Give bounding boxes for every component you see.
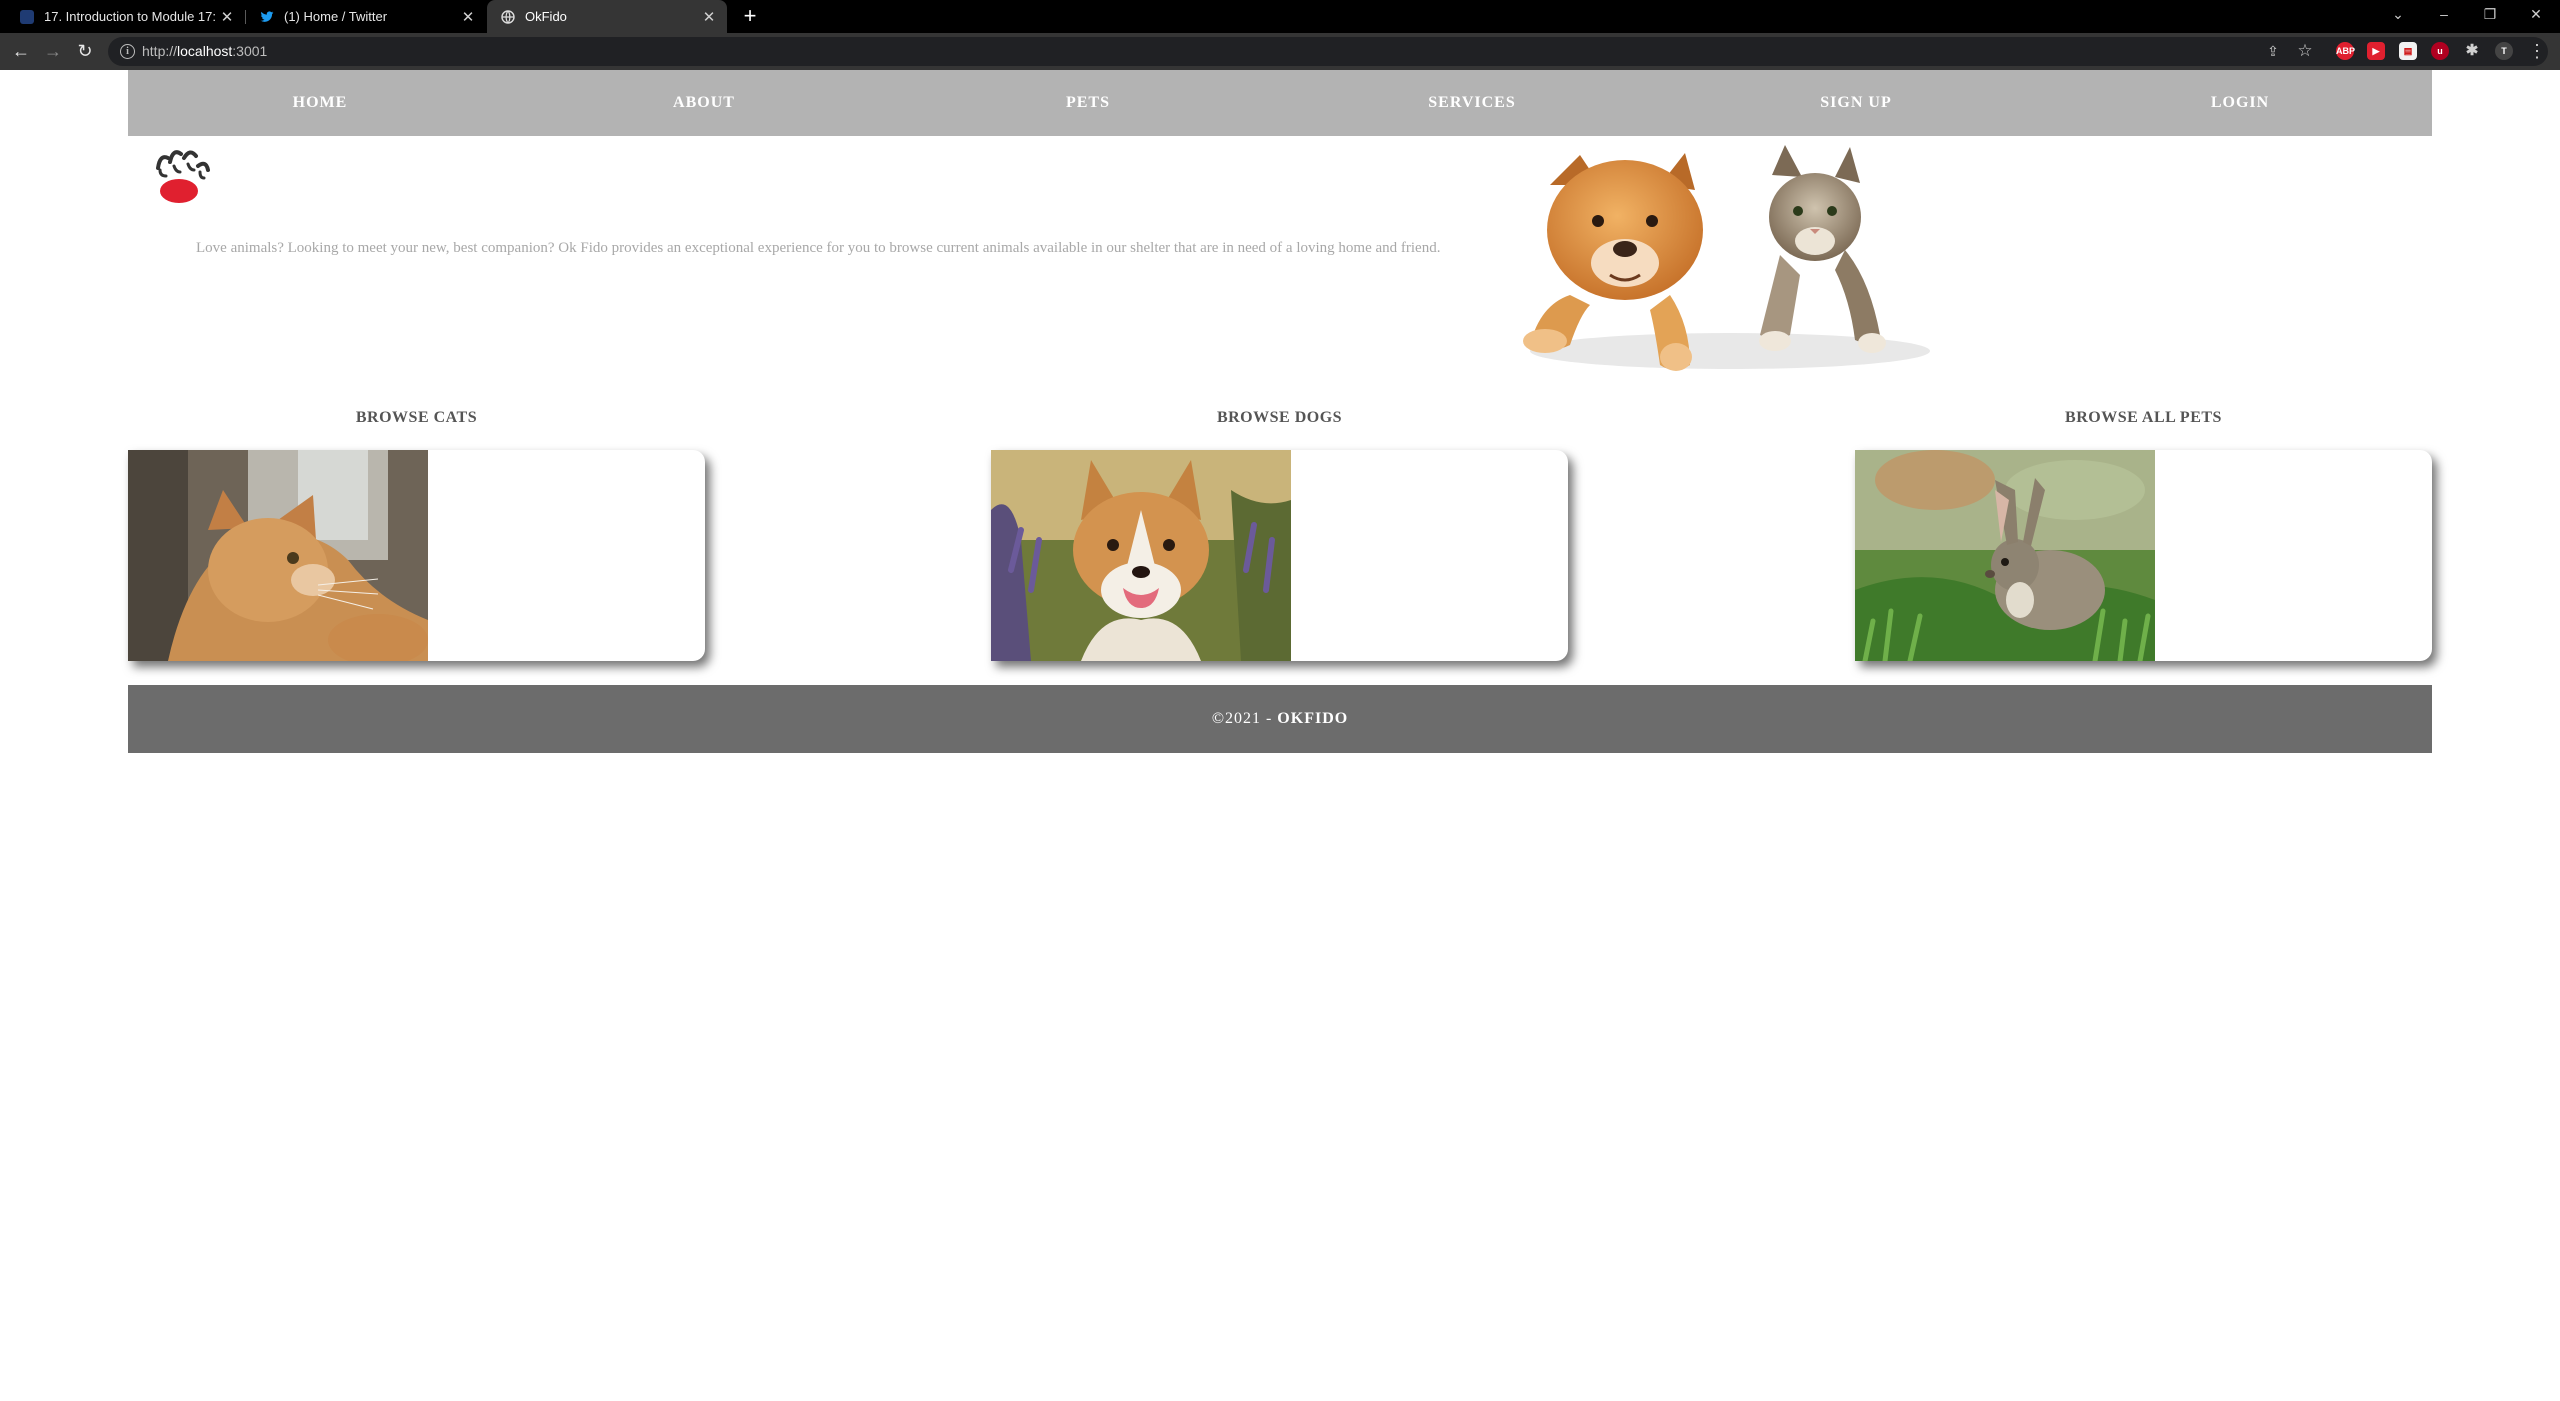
reload-icon[interactable]: ↻ [74, 40, 96, 62]
adblock-extension-icon[interactable]: ABP [2336, 42, 2355, 60]
tab-search-chevron-icon[interactable]: ⌄ [2376, 0, 2420, 30]
hero-description: Love animals? Looking to meet your new, … [196, 240, 1441, 256]
pdf-extension-icon[interactable]: ▤ [2399, 42, 2417, 60]
cat-photo [128, 450, 428, 661]
address-bar[interactable]: i http://localhost:3001 [108, 37, 2548, 66]
minimize-window-button[interactable]: – [2422, 0, 2466, 30]
browse-dogs-title[interactable]: BROWSE DOGS [991, 405, 1568, 435]
browser-toolbar: ← → ↻ i http://localhost:3001 ⇪ ☆ ABP ▶ … [0, 33, 2560, 70]
globe-icon [501, 9, 515, 24]
browse-dogs-card[interactable] [991, 450, 1568, 661]
nav-services[interactable]: SERVICES [1280, 70, 1664, 136]
address-url[interactable]: http://localhost:3001 [142, 43, 267, 59]
browse-all-pets-title[interactable]: BROWSE ALL PETS [1855, 405, 2432, 435]
browser-tab-okfido[interactable]: OkFido ✕ [487, 0, 727, 33]
browse-cats-card[interactable] [128, 450, 705, 661]
twitter-bird-icon [260, 10, 274, 24]
footer-copyright: ©2021 - [1211, 710, 1278, 727]
browse-cats-title[interactable]: BROWSE CATS [128, 405, 705, 435]
footer-brand: OKFIDO [1277, 710, 1349, 727]
browse-all-pets-section: BROWSE ALL PETS [1855, 405, 2432, 661]
bookmark-star-icon[interactable]: ☆ [2294, 40, 2316, 62]
nav-sign-up[interactable]: SIGN UP [1664, 70, 2048, 136]
browse-all-pets-card[interactable] [1855, 450, 2432, 661]
back-arrow-icon[interactable]: ← [10, 40, 32, 62]
restore-window-button[interactable]: ❐ [2468, 0, 2512, 30]
browse-dogs-section: BROWSE DOGS [991, 405, 1568, 661]
browse-cards: BROWSE CATS BROWSE DOGS BROWSE ALL PETS [128, 405, 2432, 665]
close-tab-icon[interactable]: ✕ [217, 8, 237, 26]
browser-menu-icon[interactable]: ⋮ [2526, 40, 2548, 62]
nav-login[interactable]: LOGIN [2048, 70, 2432, 136]
close-tab-icon[interactable]: ✕ [458, 8, 478, 26]
new-tab-button[interactable]: + [738, 4, 762, 28]
site-footer: ©2021 - OKFIDO [128, 685, 2432, 753]
course-site-icon [20, 9, 34, 24]
close-window-button[interactable]: ✕ [2514, 0, 2558, 30]
nav-pets[interactable]: PETS [896, 70, 1280, 136]
corgi-photo [991, 450, 1291, 661]
paw-logo-icon[interactable] [148, 146, 214, 204]
profile-avatar[interactable]: T [2495, 42, 2513, 60]
rabbit-photo [1855, 450, 2155, 661]
site-info-icon[interactable]: i [120, 44, 135, 59]
browser-tab-bar: 17. Introduction to Module 17: B ✕ (1) H… [0, 0, 2560, 33]
browser-tab-module17[interactable]: 17. Introduction to Module 17: B ✕ [0, 0, 245, 33]
forward-arrow-icon[interactable]: → [42, 40, 64, 62]
share-icon[interactable]: ⇪ [2262, 40, 2284, 62]
extensions-puzzle-icon[interactable]: ✱ [2463, 42, 2481, 60]
nav-about[interactable]: ABOUT [512, 70, 896, 136]
nav-home[interactable]: HOME [128, 70, 512, 136]
dog-and-cat-hero-image [1523, 145, 1930, 371]
youtube-extension-icon[interactable]: ▶ [2367, 42, 2385, 60]
ublock-extension-icon[interactable]: u [2431, 42, 2449, 60]
site-navbar: HOME ABOUT PETS SERVICES SIGN UP LOGIN [128, 70, 2432, 136]
browser-tab-twitter[interactable]: (1) Home / Twitter ✕ [246, 0, 486, 33]
close-tab-icon[interactable]: ✕ [699, 8, 719, 26]
browse-cats-section: BROWSE CATS [128, 405, 705, 661]
